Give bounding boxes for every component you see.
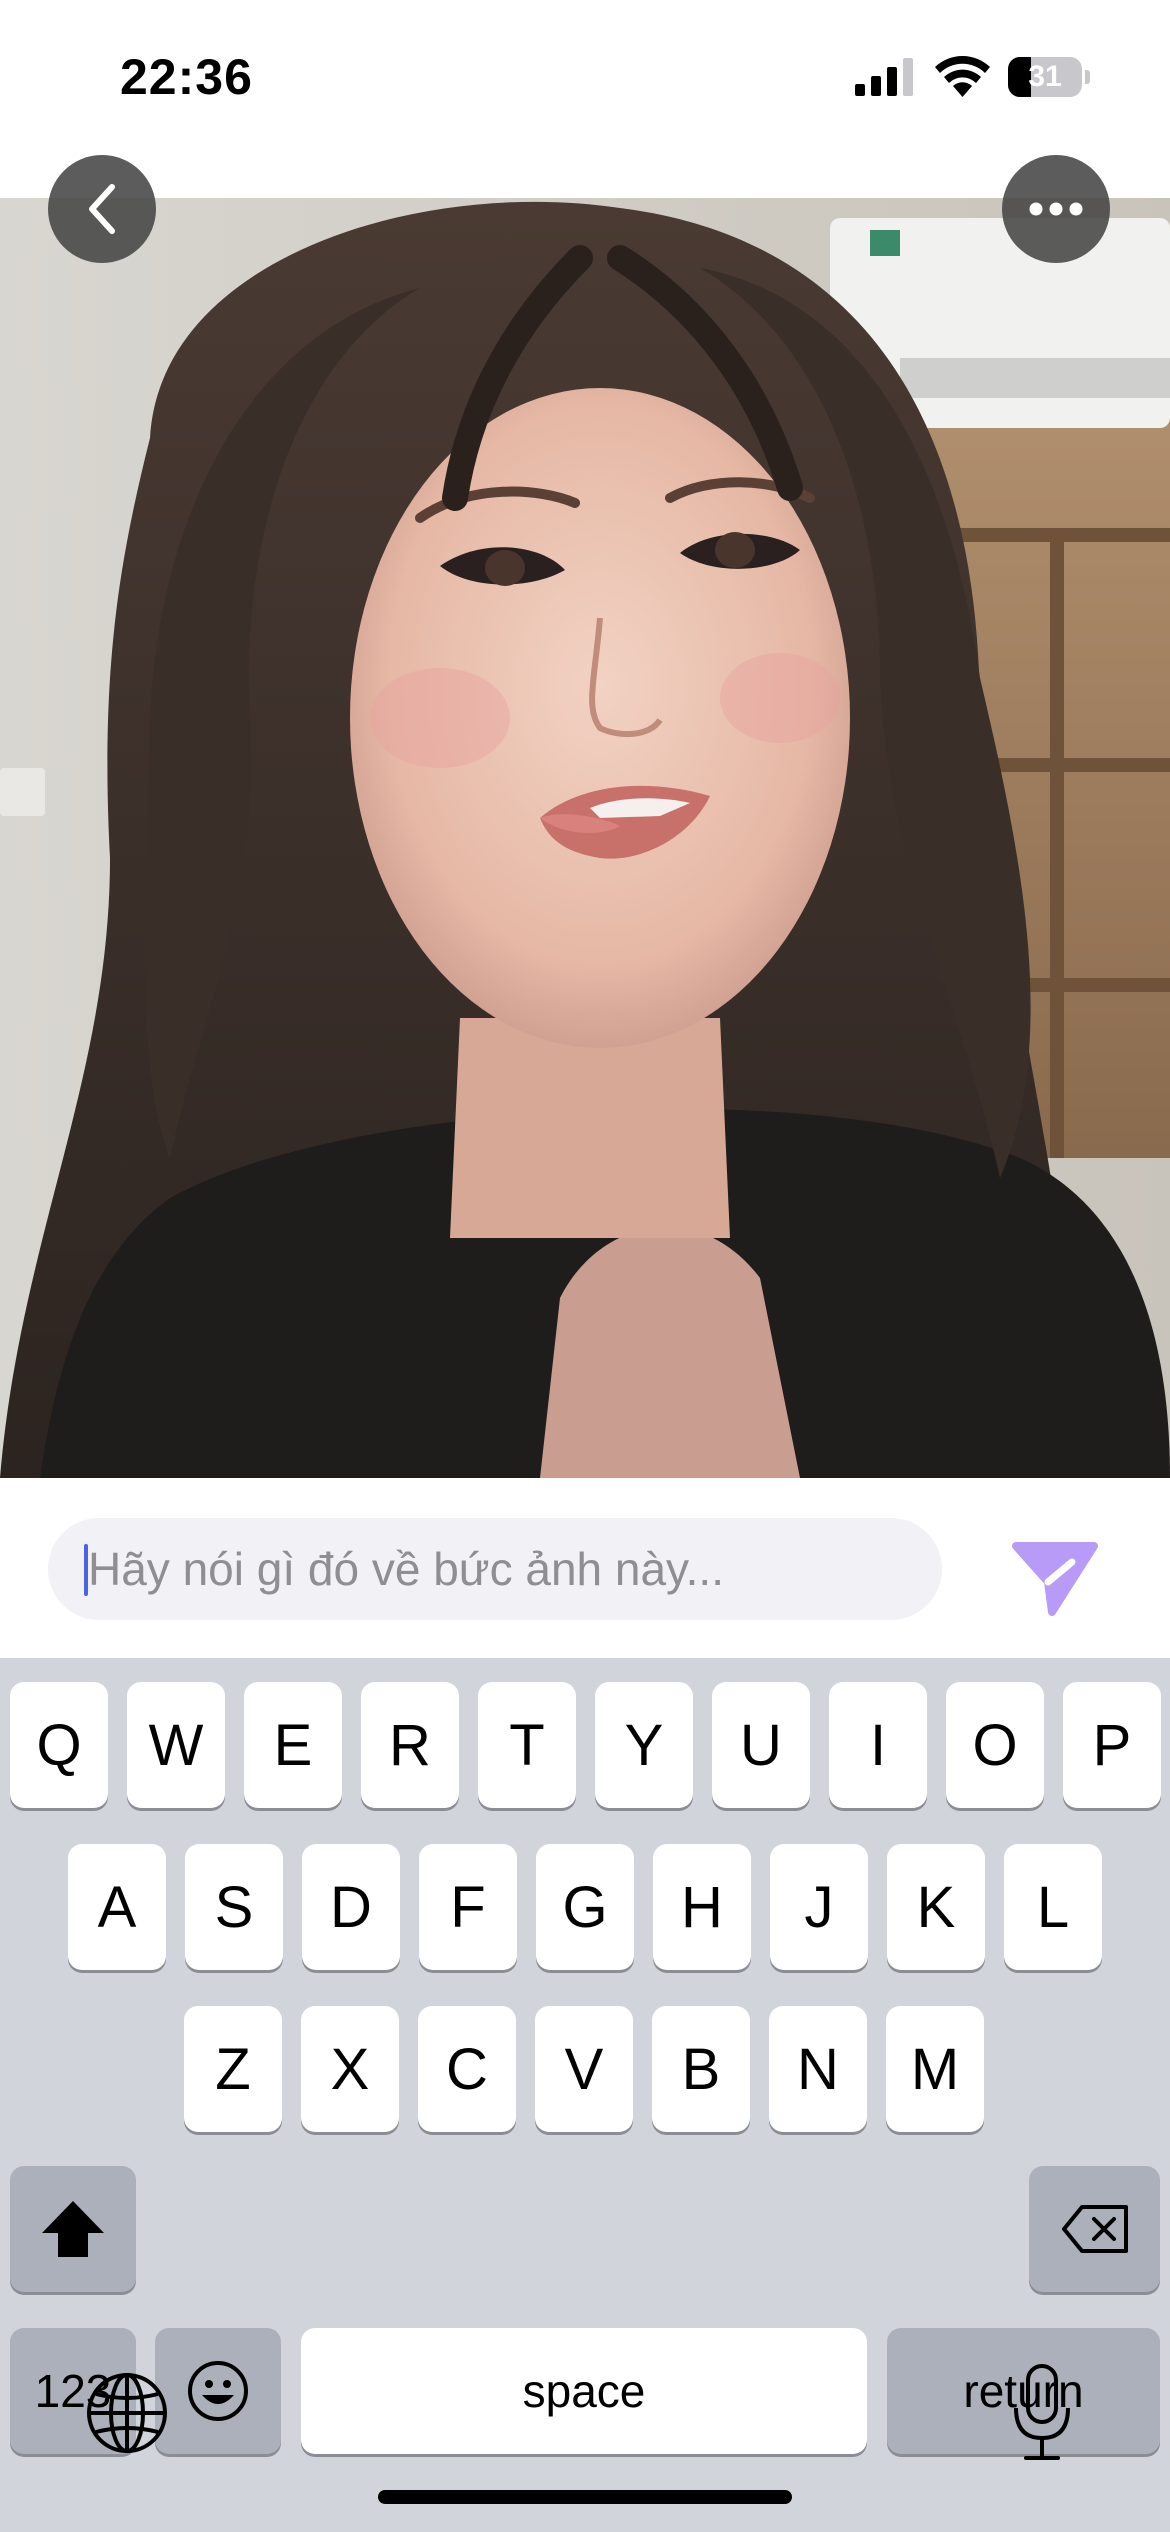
back-button[interactable] xyxy=(48,155,156,263)
key-b[interactable]: B xyxy=(652,2006,750,2132)
shift-icon xyxy=(42,2201,104,2257)
key-label: Y xyxy=(624,1712,664,1778)
more-options-button[interactable] xyxy=(1002,155,1110,263)
key-w[interactable]: W xyxy=(127,1682,225,1808)
key-label: D xyxy=(330,1874,372,1940)
comment-bar: Hãy nói gì đó về bức ảnh này... xyxy=(0,1478,1170,1658)
key-label: B xyxy=(681,2036,721,2102)
key-label: I xyxy=(869,1712,887,1778)
key-c[interactable]: C xyxy=(418,2006,516,2132)
key-m[interactable]: M xyxy=(886,2006,984,2132)
key-label: P xyxy=(1092,1712,1132,1778)
cellular-signal-icon xyxy=(855,58,913,96)
key-o[interactable]: O xyxy=(946,1682,1044,1808)
key-n[interactable]: N xyxy=(769,2006,867,2132)
key-f[interactable]: F xyxy=(419,1844,517,1970)
key-j[interactable]: J xyxy=(770,1844,868,1970)
key-label: J xyxy=(804,1874,834,1940)
send-button[interactable] xyxy=(1010,1538,1100,1618)
key-s[interactable]: S xyxy=(185,1844,283,1970)
key-label: E xyxy=(273,1712,313,1778)
backspace-icon xyxy=(1061,2205,1128,2253)
globe-icon[interactable] xyxy=(82,2368,172,2458)
key-x[interactable]: X xyxy=(301,2006,399,2132)
key-label: S xyxy=(214,1874,254,1940)
key-label: C xyxy=(446,2036,488,2102)
key-a[interactable]: A xyxy=(68,1844,166,1970)
status-bar: 22:36 31 xyxy=(0,0,1170,150)
battery-level-text: 31 xyxy=(1028,60,1062,93)
key-l[interactable]: L xyxy=(1004,1844,1102,1970)
emoji-icon xyxy=(188,2361,248,2421)
selfie-photo xyxy=(0,198,1170,1478)
key-label: W xyxy=(148,1712,204,1778)
status-time: 22:36 xyxy=(120,49,253,105)
key-label: L xyxy=(1036,1874,1070,1940)
emoji-key[interactable] xyxy=(155,2328,281,2454)
key-label: G xyxy=(562,1874,608,1940)
key-u[interactable]: U xyxy=(712,1682,810,1808)
key-label: K xyxy=(916,1874,956,1940)
send-arrow-icon xyxy=(1012,1542,1098,1616)
key-label: H xyxy=(681,1874,723,1940)
space-key[interactable]: space xyxy=(301,2328,867,2454)
key-e[interactable]: E xyxy=(244,1682,342,1808)
key-label: Q xyxy=(36,1712,82,1778)
key-label: T xyxy=(509,1712,545,1778)
chevron-left-icon xyxy=(89,184,115,234)
key-label: Z xyxy=(215,2036,251,2102)
key-h[interactable]: H xyxy=(653,1844,751,1970)
key-label: A xyxy=(97,1874,137,1940)
home-indicator xyxy=(378,2490,792,2504)
comment-placeholder: Hãy nói gì đó về bức ảnh này... xyxy=(88,1543,724,1595)
key-label: R xyxy=(389,1712,431,1778)
ellipsis-icon xyxy=(1029,202,1083,216)
key-label: M xyxy=(910,2036,960,2102)
key-p[interactable]: P xyxy=(1063,1682,1161,1808)
space-key-label: space xyxy=(522,2365,646,2417)
key-t[interactable]: T xyxy=(478,1682,576,1808)
microphone-icon[interactable] xyxy=(1010,2362,1074,2462)
battery-icon: 31 xyxy=(1008,57,1090,97)
key-label: X xyxy=(330,2036,370,2102)
key-k[interactable]: K xyxy=(887,1844,985,1970)
key-label: U xyxy=(740,1712,782,1778)
key-label: V xyxy=(564,2036,604,2102)
key-r[interactable]: R xyxy=(361,1682,459,1808)
wifi-icon xyxy=(935,56,990,97)
key-v[interactable]: V xyxy=(535,2006,633,2132)
key-label: F xyxy=(450,1874,486,1940)
key-label: N xyxy=(797,2036,839,2102)
backspace-key[interactable] xyxy=(1029,2166,1160,2292)
key-g[interactable]: G xyxy=(536,1844,634,1970)
comment-input[interactable]: Hãy nói gì đó về bức ảnh này... xyxy=(48,1518,942,1620)
key-label: O xyxy=(972,1712,1018,1778)
shift-key[interactable] xyxy=(10,2166,136,2292)
key-z[interactable]: Z xyxy=(184,2006,282,2132)
key-q[interactable]: Q xyxy=(10,1682,108,1808)
key-y[interactable]: Y xyxy=(595,1682,693,1808)
keyboard: QWERTYUIOP ASDFGHJKL ZXCVBNM 123 space r… xyxy=(0,1658,1170,2532)
key-d[interactable]: D xyxy=(302,1844,400,1970)
key-i[interactable]: I xyxy=(829,1682,927,1808)
